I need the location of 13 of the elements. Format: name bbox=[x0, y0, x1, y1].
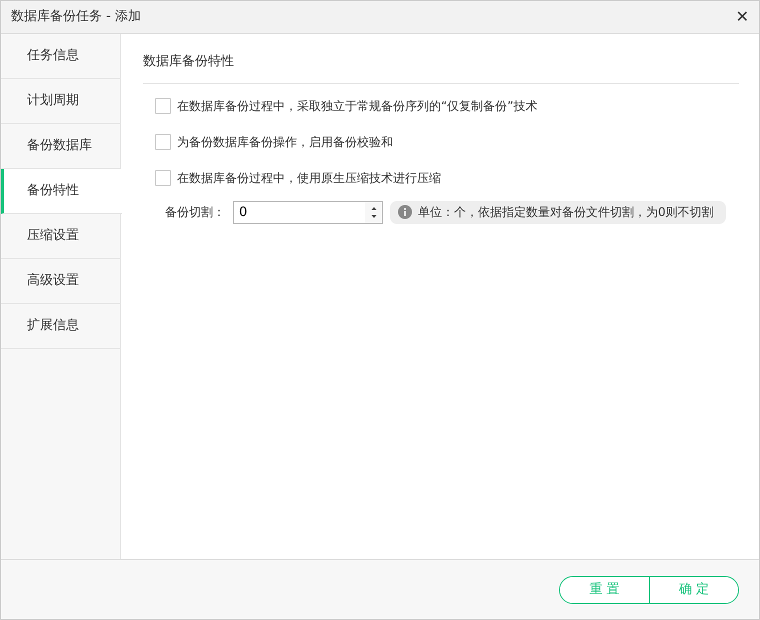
checkbox-label: 为备份数据库备份操作，启用备份校验和 bbox=[177, 134, 393, 150]
close-button[interactable]: ✕ bbox=[734, 9, 751, 25]
checkbox-label: 在数据库备份过程中，使用原生压缩技术进行压缩 bbox=[177, 170, 441, 186]
info-icon bbox=[398, 205, 412, 219]
checkbox[interactable] bbox=[155, 98, 171, 114]
hint-text: 单位：个，依据指定数量对备份文件切割，为0则不切割 bbox=[418, 204, 714, 221]
window-title: 数据库备份任务 - 添加 bbox=[11, 8, 141, 26]
section-title: 数据库备份特性 bbox=[143, 52, 739, 84]
checkbox[interactable] bbox=[155, 134, 171, 150]
field-label: 备份切割： bbox=[165, 204, 226, 221]
checkbox-label: 在数据库备份过程中，采取独立于常规备份序列的“仅复制备份”技术 bbox=[177, 98, 538, 114]
checkbox[interactable] bbox=[155, 170, 171, 186]
sidebar-tab[interactable]: 备份特性 bbox=[1, 169, 122, 214]
